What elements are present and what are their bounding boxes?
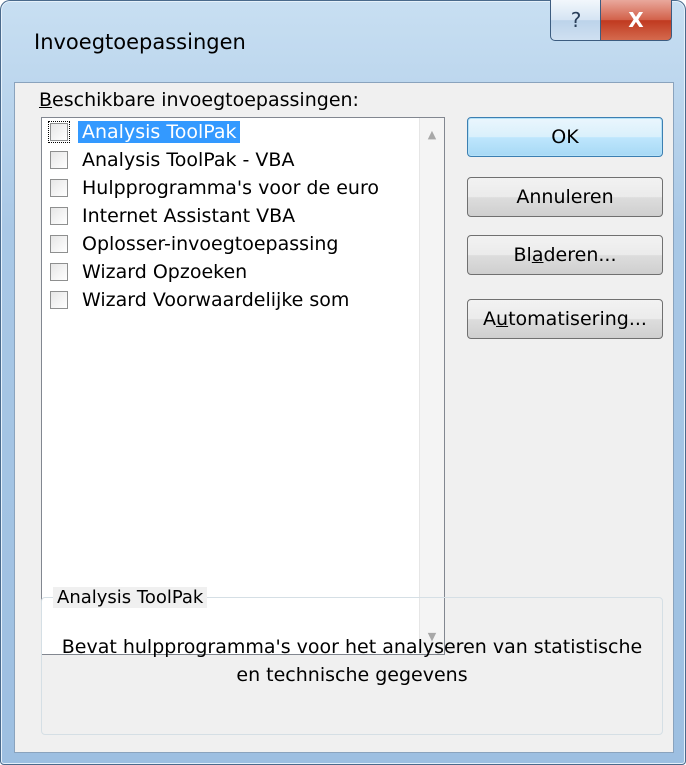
- close-icon: X: [628, 8, 644, 32]
- addin-checkbox[interactable]: [50, 235, 68, 253]
- list-item[interactable]: Hulpprogramma's voor de euro: [42, 174, 418, 202]
- description-title: Analysis ToolPak: [53, 587, 208, 608]
- addin-label: Analysis ToolPak: [78, 121, 241, 143]
- dialog-window: Invoegtoepassingen ? X Beschikbare invoe…: [0, 0, 686, 765]
- help-button[interactable]: ?: [550, 0, 602, 41]
- addin-checkbox[interactable]: [50, 151, 68, 169]
- addin-checkbox[interactable]: [50, 179, 68, 197]
- cancel-button[interactable]: Annuleren: [467, 177, 663, 217]
- addins-listbox[interactable]: Analysis ToolPak Analysis ToolPak - VBA …: [41, 117, 445, 655]
- addin-label: Wizard Voorwaardelijke som: [82, 289, 350, 311]
- window-title: Invoegtoepassingen: [34, 30, 246, 54]
- list-item[interactable]: Analysis ToolPak: [42, 118, 418, 146]
- list-item[interactable]: Oplosser-invoegtoepassing: [42, 230, 418, 258]
- automation-button[interactable]: Au tomatisering...: [467, 299, 663, 339]
- dialog-body: Beschikbare invoegtoepassingen: Analysis…: [14, 82, 674, 753]
- addin-label: Internet Assistant VBA: [82, 205, 296, 227]
- list-item[interactable]: Analysis ToolPak - VBA: [42, 146, 418, 174]
- addins-list-label: Beschikbare invoegtoepassingen:: [39, 89, 359, 111]
- addin-label: Analysis ToolPak - VBA: [82, 149, 295, 171]
- addin-checkbox[interactable]: [50, 291, 68, 309]
- addin-checkbox[interactable]: [50, 263, 68, 281]
- title-bar[interactable]: Invoegtoepassingen ? X: [0, 0, 686, 82]
- scroll-up-icon[interactable]: ▲: [420, 122, 444, 146]
- description-text: Bevat hulpprogramma's voor het analysere…: [61, 636, 643, 686]
- addin-label: Hulpprogramma's voor de euro: [82, 177, 379, 199]
- list-item[interactable]: Internet Assistant VBA: [42, 202, 418, 230]
- addin-checkbox[interactable]: [50, 207, 68, 225]
- question-mark-icon: ?: [570, 8, 582, 32]
- vertical-scrollbar[interactable]: ▲ ▼: [419, 118, 444, 654]
- description-group: Analysis ToolPak Bevat hulpprogramma's v…: [41, 587, 663, 735]
- addins-list-items: Analysis ToolPak Analysis ToolPak - VBA …: [42, 118, 418, 314]
- list-item[interactable]: Wizard Voorwaardelijke som: [42, 286, 418, 314]
- browse-button[interactable]: Bl a deren...: [467, 235, 663, 275]
- addin-label: Wizard Opzoeken: [82, 261, 248, 283]
- ok-button[interactable]: OK: [467, 117, 663, 157]
- addin-label: Oplosser-invoegtoepassing: [82, 233, 339, 255]
- list-item[interactable]: Wizard Opzoeken: [42, 258, 418, 286]
- close-button[interactable]: X: [600, 0, 672, 41]
- addin-checkbox[interactable]: [48, 121, 70, 143]
